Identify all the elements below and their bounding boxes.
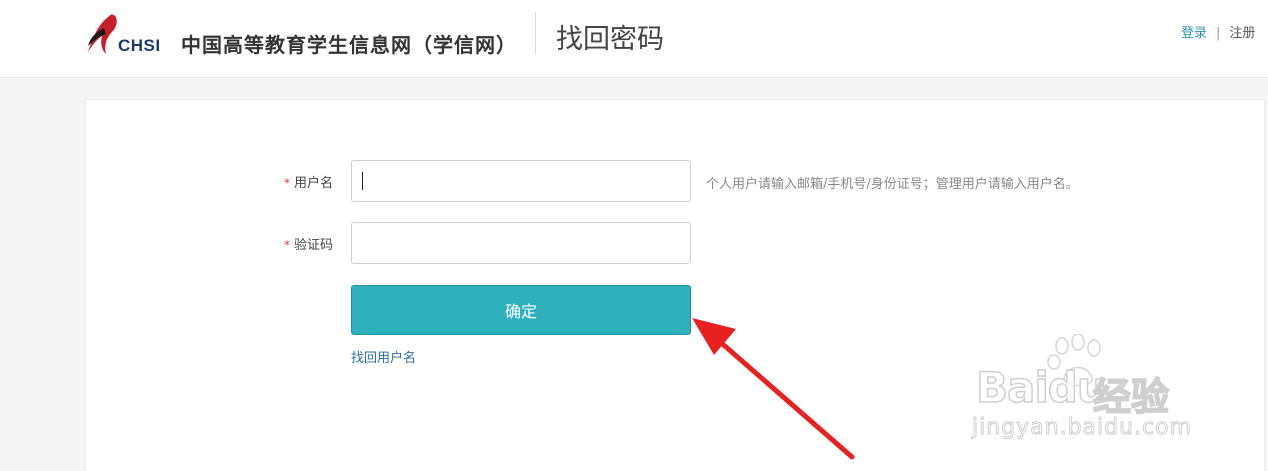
username-label-text: 用户名 — [294, 176, 334, 191]
top-links: 登录 | 注册 — [1181, 22, 1255, 41]
site-header: CHSI 中国高等教育学生信息网（学信网） 找回密码 登录 | 注册 — [0, 0, 1268, 78]
top-links-separator: | — [1216, 26, 1221, 41]
captcha-label: * 验证码 — [284, 234, 333, 253]
annotation-arrow-icon — [692, 318, 855, 460]
captcha-label-text: 验证码 — [294, 238, 334, 253]
required-mark: * — [284, 176, 290, 190]
logo-text: CHSI — [118, 36, 161, 55]
watermark-url: jingyan.baidu.com — [971, 415, 1193, 441]
captcha-input[interactable] — [351, 222, 691, 264]
register-link[interactable]: 注册 — [1229, 26, 1255, 41]
recover-username-link[interactable]: 找回用户名 — [351, 347, 416, 366]
site-name: 中国高等教育学生信息网（学信网） — [181, 33, 517, 57]
username-hint: 个人用户请输入邮箱/手机号/身份证号；管理用户请输入用户名。 — [706, 177, 1079, 192]
username-input[interactable] — [351, 160, 691, 202]
watermark-brand-suffix: 经验 — [1092, 374, 1170, 420]
username-label: * 用户名 — [284, 172, 333, 191]
watermark-brand: Baidu — [975, 362, 1107, 413]
text-cursor — [362, 172, 363, 190]
required-mark: * — [284, 238, 290, 252]
header-divider — [535, 12, 536, 54]
login-link[interactable]: 登录 — [1181, 26, 1207, 41]
confirm-button[interactable]: 确定 — [351, 285, 691, 335]
page-title: 找回密码 — [556, 24, 664, 55]
